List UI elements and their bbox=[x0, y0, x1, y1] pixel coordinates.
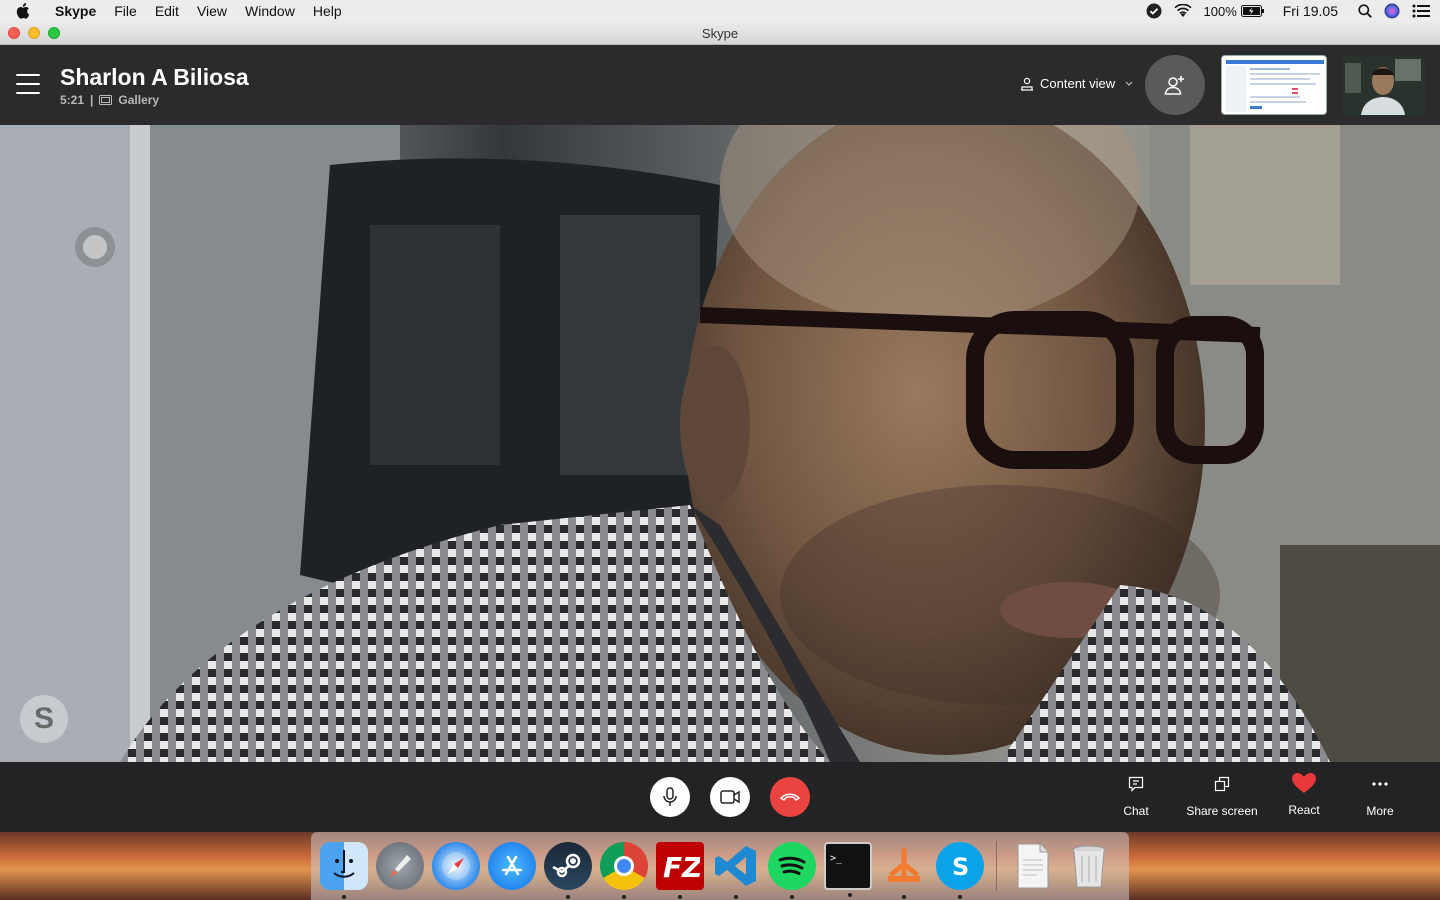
share-screen-icon bbox=[1214, 776, 1230, 792]
window-titlebar[interactable]: Skype bbox=[0, 22, 1440, 45]
dock-separator bbox=[996, 841, 997, 891]
skype-app-icon[interactable]: S bbox=[936, 842, 984, 899]
menu-view[interactable]: View bbox=[188, 3, 236, 19]
wifi-icon[interactable] bbox=[1173, 4, 1192, 18]
caller-name: Sharlon A Biliosa bbox=[60, 64, 249, 90]
person-icon bbox=[1020, 77, 1034, 91]
self-video-thumbnail[interactable] bbox=[1343, 55, 1425, 115]
self-video-graphic bbox=[1343, 55, 1425, 115]
video-camera-icon bbox=[720, 790, 740, 804]
end-call-button[interactable] bbox=[770, 777, 810, 817]
chat-icon bbox=[1128, 776, 1144, 792]
skype-watermark-icon: S bbox=[20, 695, 68, 743]
remote-video-feed[interactable]: S bbox=[0, 125, 1440, 762]
remote-video-graphic bbox=[0, 125, 1440, 762]
share-screen-label: Share screen bbox=[1186, 804, 1258, 818]
hang-up-icon bbox=[780, 792, 800, 802]
spotify-icon[interactable] bbox=[768, 842, 816, 899]
battery-charging-icon[interactable] bbox=[1240, 5, 1265, 17]
menu-hamburger-icon[interactable] bbox=[16, 74, 40, 94]
finder-icon[interactable] bbox=[320, 842, 368, 899]
steam-icon[interactable] bbox=[544, 842, 592, 899]
minimize-window-button[interactable] bbox=[28, 27, 40, 39]
more-options-button[interactable]: More bbox=[1335, 776, 1425, 818]
zoom-window-button[interactable] bbox=[48, 27, 60, 39]
svg-text:>_: >_ bbox=[830, 853, 843, 864]
microphone-icon bbox=[662, 787, 678, 807]
chat-button[interactable]: Chat bbox=[1091, 776, 1181, 818]
call-meta: 5:21 | Gallery bbox=[60, 93, 159, 107]
view-mode-label[interactable]: Gallery bbox=[118, 93, 159, 107]
menu-edit[interactable]: Edit bbox=[146, 3, 188, 19]
call-header: Sharlon A Biliosa 5:21 | Gallery Content… bbox=[0, 45, 1440, 125]
clock[interactable]: Fri 19.05 bbox=[1283, 3, 1338, 19]
screen-preview-graphic bbox=[1222, 56, 1326, 114]
react-label: React bbox=[1288, 803, 1320, 817]
add-participant-button[interactable] bbox=[1145, 55, 1205, 115]
chat-label: Chat bbox=[1123, 804, 1149, 818]
menu-file[interactable]: File bbox=[105, 3, 146, 19]
dock: FZ >_ S bbox=[311, 832, 1129, 900]
toggle-video-button[interactable] bbox=[710, 777, 750, 817]
close-window-button[interactable] bbox=[8, 27, 20, 39]
spotlight-search-icon[interactable] bbox=[1358, 4, 1372, 18]
document-icon[interactable] bbox=[1009, 842, 1057, 890]
more-label: More bbox=[1366, 804, 1394, 818]
heart-icon bbox=[1291, 772, 1317, 794]
window-title: Skype bbox=[701, 25, 739, 41]
call-duration: 5:21 bbox=[60, 93, 85, 107]
chevron-down-icon bbox=[1125, 81, 1133, 86]
sourcetree-icon[interactable] bbox=[880, 842, 928, 899]
call-controls-bar: Chat Share screen React More bbox=[0, 762, 1440, 832]
terminal-icon[interactable]: >_ bbox=[824, 842, 872, 897]
filezilla-icon[interactable]: FZ bbox=[656, 842, 704, 899]
battery-percent: 100% bbox=[1203, 3, 1237, 19]
status-check-icon[interactable] bbox=[1146, 3, 1162, 19]
more-dots-icon bbox=[1372, 776, 1388, 792]
vscode-icon[interactable] bbox=[712, 842, 760, 899]
mute-microphone-button[interactable] bbox=[650, 777, 690, 817]
svg-text:S: S bbox=[952, 853, 969, 881]
add-person-icon bbox=[1164, 75, 1186, 95]
gallery-icon bbox=[99, 95, 113, 105]
call-meta-separator: | bbox=[90, 93, 94, 107]
apple-menu-icon[interactable] bbox=[0, 3, 46, 19]
chrome-icon[interactable] bbox=[600, 842, 648, 899]
svg-text:FZ: FZ bbox=[663, 851, 700, 884]
share-screen-button[interactable]: Share screen bbox=[1177, 776, 1267, 818]
content-view-label: Content view bbox=[1040, 76, 1116, 91]
trash-icon[interactable] bbox=[1065, 842, 1113, 890]
content-view-dropdown[interactable]: Content view bbox=[1020, 76, 1133, 91]
launchpad-icon[interactable] bbox=[376, 842, 424, 890]
screen-share-thumbnail[interactable] bbox=[1221, 55, 1327, 115]
menu-help[interactable]: Help bbox=[304, 3, 351, 19]
menu-app-skype[interactable]: Skype bbox=[46, 3, 105, 19]
menu-bar: Skype File Edit View Window Help 100% Fr… bbox=[0, 0, 1440, 22]
menu-window[interactable]: Window bbox=[236, 3, 304, 19]
siri-icon[interactable] bbox=[1384, 3, 1400, 19]
app-store-icon[interactable] bbox=[488, 842, 536, 890]
safari-icon[interactable] bbox=[432, 842, 480, 890]
notification-center-icon[interactable] bbox=[1412, 4, 1430, 18]
